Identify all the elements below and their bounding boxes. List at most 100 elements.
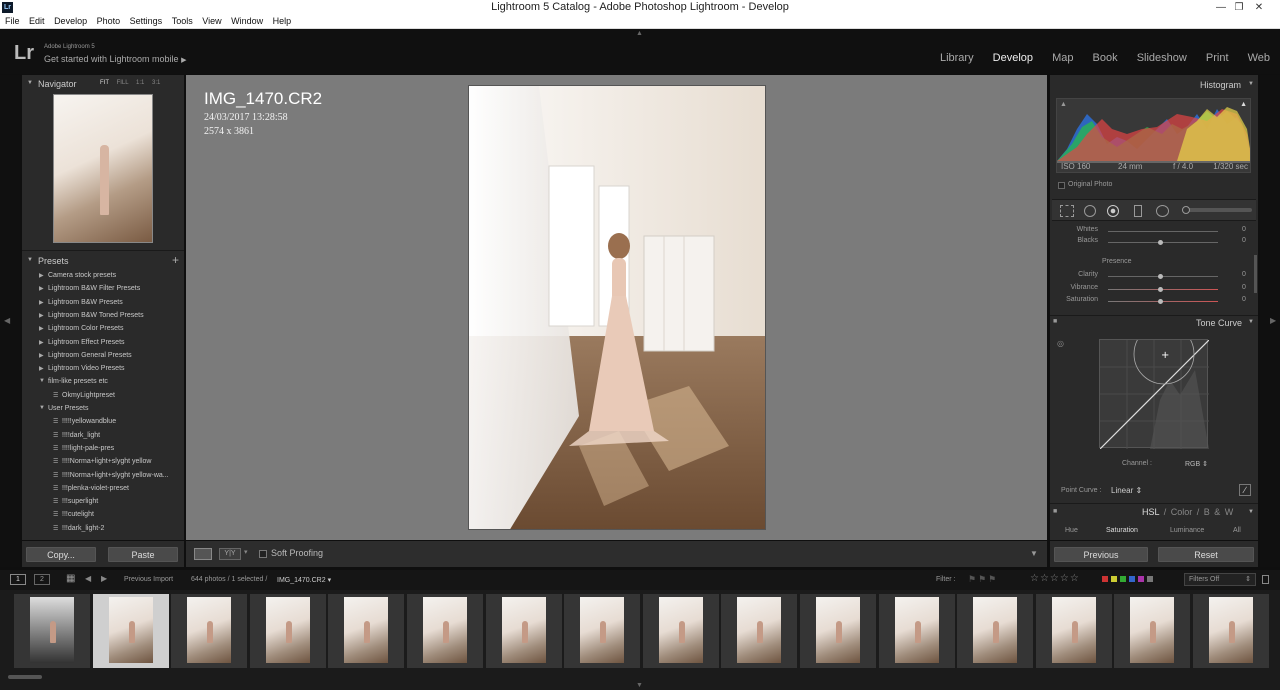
menu-help[interactable]: Help [273,16,292,26]
histogram-chart[interactable]: ▲ ▲ ISO 160 24 mm f / 4.0 1/320 sec [1056,98,1251,173]
minimize-icon[interactable]: — [1212,0,1230,15]
preset-row[interactable]: ▼ User Presets [22,404,184,416]
filmstrip-thumbnail[interactable] [14,594,90,668]
close-icon[interactable]: ✕ [1250,0,1268,15]
blacks-slider-track[interactable] [1108,242,1218,243]
presets-collapse-icon[interactable]: ▼ [27,257,33,263]
point-curve-select[interactable]: Linear ⇕ [1111,486,1142,495]
preset-row[interactable]: ☰ !!!!!yellowandblue [22,417,184,429]
presence-slider-knob[interactable] [1158,299,1163,304]
preset-row[interactable]: ☰ !!!cutelight [22,510,184,522]
navigator-preview[interactable] [53,94,153,243]
top-panel-toggle-icon[interactable]: ▲ [636,30,643,37]
add-preset-icon[interactable]: + [172,253,179,267]
menu-edit[interactable]: Edit [29,16,45,26]
filmstrip-scrollbar[interactable] [8,675,42,679]
second-screen-button[interactable]: 2 [34,574,50,585]
hsl-tab-color[interactable]: Color [1171,507,1193,517]
module-web[interactable]: Web [1248,52,1270,64]
preset-row[interactable]: ☰ !!!superlight [22,497,184,509]
soft-proofing-checkbox[interactable] [259,550,267,558]
flag-filter-icons[interactable]: ⚑⚑⚑ [968,574,998,585]
filmstrip-thumbnail[interactable] [564,594,641,668]
menu-file[interactable]: File [5,16,20,26]
radial-filter-icon[interactable] [1156,205,1169,217]
presence-slider-track[interactable] [1108,276,1218,277]
back-arrow-icon[interactable]: ◀ [85,574,91,583]
preset-row[interactable]: ☰ !!!dark_light-2 [22,524,184,536]
source-label[interactable]: Previous Import [124,576,173,583]
presence-slider-track[interactable] [1108,301,1218,302]
menu-tools[interactable]: Tools [172,16,193,26]
reset-button[interactable]: Reset [1158,547,1254,562]
original-photo-checkbox[interactable] [1058,182,1065,189]
preset-row[interactable]: ▶ Lightroom Effect Presets [22,338,184,350]
green-label-icon[interactable] [1120,576,1126,582]
before-after-icon[interactable]: Y|Y [219,548,241,560]
filmstrip-thumbnail[interactable] [800,594,876,668]
yellow-label-icon[interactable] [1111,576,1117,582]
hsl-tab-bw[interactable]: B & W [1204,507,1234,517]
maximize-icon[interactable]: ❐ [1230,0,1248,15]
hsl-switch-icon[interactable]: ■ [1053,508,1057,515]
previous-button[interactable]: Previous [1054,547,1148,562]
crop-tool-icon[interactable] [1060,205,1074,217]
menu-settings[interactable]: Settings [130,16,163,26]
module-develop[interactable]: Develop [993,52,1033,64]
paste-button[interactable]: Paste [108,547,178,562]
module-map[interactable]: Map [1052,52,1073,64]
whites-slider-track[interactable] [1108,231,1218,232]
hsl-hue-tab[interactable]: Hue [1065,527,1078,534]
copy-button[interactable]: Copy... [26,547,96,562]
preset-row[interactable]: ▶ Lightroom Color Presets [22,324,184,336]
preset-row[interactable]: ▶ Lightroom Video Presets [22,364,184,376]
tone-curve-graph[interactable]: + [1099,323,1210,450]
module-slideshow[interactable]: Slideshow [1137,52,1187,64]
module-book[interactable]: Book [1093,52,1118,64]
forward-arrow-icon[interactable]: ▶ [101,574,107,583]
red-label-icon[interactable] [1102,576,1108,582]
lightroom-mobile-link[interactable]: Get started with Lightroom mobile ▶ [44,54,186,64]
module-library[interactable]: Library [940,52,974,64]
main-photo[interactable] [468,85,766,530]
filmstrip-thumbnail[interactable] [92,594,169,668]
main-screen-button[interactable]: 1 [10,574,26,585]
filmstrip-thumbnail[interactable] [485,594,562,668]
edit-point-curve-icon[interactable]: ∕ [1239,484,1251,496]
right-panel-toggle-icon[interactable]: ▶ [1270,316,1276,325]
menu-photo[interactable]: Photo [97,16,121,26]
preset-row[interactable]: ▶ Lightroom B&W Filter Presets [22,284,184,296]
menu-window[interactable]: Window [231,16,263,26]
spot-removal-icon[interactable] [1084,205,1096,217]
menu-develop[interactable]: Develop [54,16,87,26]
tone-curve-switch-icon[interactable]: ■ [1053,318,1057,325]
channel-select[interactable]: RGB ⇕ [1185,460,1208,468]
color-label-filter[interactable] [1102,576,1154,583]
filmstrip-thumbnail[interactable] [1035,594,1112,668]
blue-label-icon[interactable] [1129,576,1135,582]
filters-off-select[interactable]: Filters Off ⇕ [1184,573,1256,586]
target-adjustment-icon[interactable]: ◎ [1057,339,1064,348]
histogram-collapse-icon[interactable]: ▼ [1248,81,1254,87]
menu-view[interactable]: View [202,16,221,26]
preset-row[interactable]: ☰ !!!!light-pale-pres [22,444,184,456]
filmstrip-thumbnail[interactable] [642,594,719,668]
hsl-luminance-tab[interactable]: Luminance [1170,527,1204,534]
filmstrip-thumbnail[interactable] [1114,594,1191,668]
filmstrip-thumbnail[interactable] [249,594,326,668]
preset-row[interactable]: ▶ Lightroom General Presets [22,351,184,363]
preset-row[interactable]: ☰ !!!!Norma+light+slyght yellow-wa... [22,471,184,483]
bottom-panel-toggle-icon[interactable]: ▼ [636,682,643,689]
filmstrip-thumbnail[interactable] [721,594,798,668]
preset-row[interactable]: ☰ OkmyLightpreset [22,391,184,403]
adjustment-brush-icon[interactable] [1182,206,1190,214]
hsl-all-tab[interactable]: All [1233,527,1241,534]
red-eye-icon[interactable] [1107,205,1119,217]
preset-row[interactable]: ▶ Camera stock presets [22,271,184,283]
shadow-clipping-icon[interactable]: ▲ [1060,101,1067,108]
purple-label-icon[interactable] [1138,576,1144,582]
filmstrip-thumbnail[interactable] [957,594,1034,668]
preset-row[interactable]: ▶ Lightroom B&W Presets [22,298,184,310]
filmstrip-thumbnail[interactable] [407,594,483,668]
zoom-fit[interactable]: FIT [100,80,109,86]
